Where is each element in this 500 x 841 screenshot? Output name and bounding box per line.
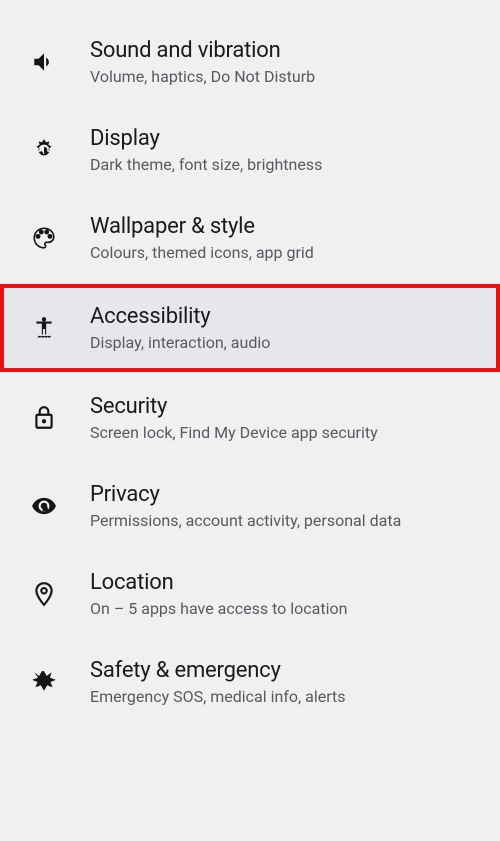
palette-icon bbox=[28, 222, 60, 254]
setting-subtitle: Colours, themed icons, app grid bbox=[90, 243, 500, 262]
setting-item-wallpaper[interactable]: Wallpaper & style Colours, themed icons,… bbox=[0, 194, 500, 282]
setting-title: Privacy bbox=[90, 482, 500, 507]
setting-text: Sound and vibration Volume, haptics, Do … bbox=[90, 38, 500, 86]
setting-subtitle: Permissions, account activity, personal … bbox=[90, 511, 500, 530]
lock-icon bbox=[28, 402, 60, 434]
setting-text: Safety & emergency Emergency SOS, medica… bbox=[90, 658, 500, 706]
setting-text: Display Dark theme, font size, brightnes… bbox=[90, 126, 500, 174]
setting-subtitle: Dark theme, font size, brightness bbox=[90, 155, 500, 174]
setting-title: Sound and vibration bbox=[90, 38, 500, 63]
setting-subtitle: Display, interaction, audio bbox=[90, 333, 496, 352]
accessibility-icon bbox=[28, 312, 60, 344]
setting-item-display[interactable]: Display Dark theme, font size, brightnes… bbox=[0, 106, 500, 194]
settings-list: Sound and vibration Volume, haptics, Do … bbox=[0, 0, 500, 726]
setting-subtitle: Emergency SOS, medical info, alerts bbox=[90, 687, 500, 706]
setting-item-privacy[interactable]: Privacy Permissions, account activity, p… bbox=[0, 462, 500, 550]
setting-item-location[interactable]: Location On – 5 apps have access to loca… bbox=[0, 550, 500, 638]
setting-title: Display bbox=[90, 126, 500, 151]
setting-subtitle: Screen lock, Find My Device app security bbox=[90, 423, 500, 442]
setting-item-sound[interactable]: Sound and vibration Volume, haptics, Do … bbox=[0, 18, 500, 106]
privacy-icon bbox=[28, 490, 60, 522]
setting-subtitle: On – 5 apps have access to location bbox=[90, 599, 500, 618]
volume-icon bbox=[28, 46, 60, 78]
setting-title: Safety & emergency bbox=[90, 658, 500, 683]
setting-title: Accessibility bbox=[90, 304, 496, 329]
setting-text: Accessibility Display, interaction, audi… bbox=[90, 304, 496, 352]
brightness-icon bbox=[28, 134, 60, 166]
setting-title: Wallpaper & style bbox=[90, 214, 500, 239]
location-icon bbox=[28, 578, 60, 610]
emergency-icon bbox=[28, 666, 60, 698]
setting-item-safety[interactable]: Safety & emergency Emergency SOS, medica… bbox=[0, 638, 500, 726]
setting-title: Location bbox=[90, 570, 500, 595]
setting-title: Security bbox=[90, 394, 500, 419]
setting-text: Wallpaper & style Colours, themed icons,… bbox=[90, 214, 500, 262]
setting-subtitle: Volume, haptics, Do Not Disturb bbox=[90, 67, 500, 86]
setting-item-security[interactable]: Security Screen lock, Find My Device app… bbox=[0, 374, 500, 462]
setting-item-accessibility[interactable]: Accessibility Display, interaction, audi… bbox=[0, 284, 500, 372]
setting-text: Privacy Permissions, account activity, p… bbox=[90, 482, 500, 530]
setting-text: Location On – 5 apps have access to loca… bbox=[90, 570, 500, 618]
setting-text: Security Screen lock, Find My Device app… bbox=[90, 394, 500, 442]
